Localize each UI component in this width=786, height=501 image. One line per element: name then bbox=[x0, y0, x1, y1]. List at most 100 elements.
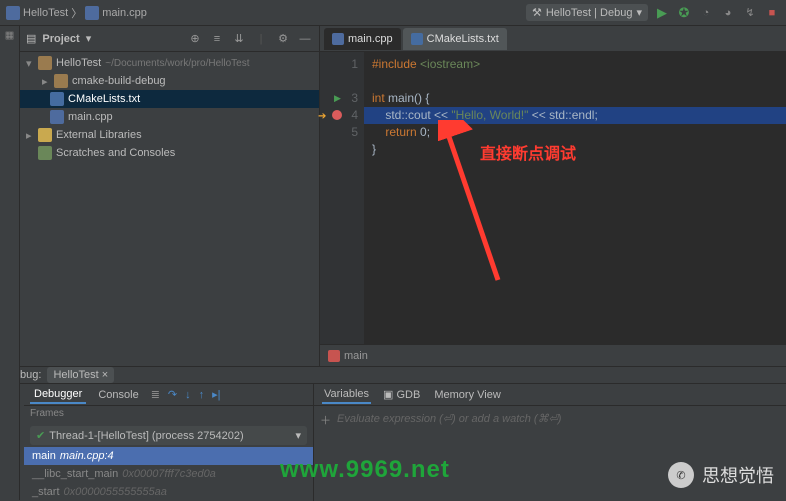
debug-button[interactable]: ✪ bbox=[676, 5, 692, 21]
variables-tabs: Variables ▣ GDB Memory View bbox=[314, 384, 786, 406]
debugger-tabs: Debugger Console ≣ ↷ ↓ ↑ ▸| bbox=[24, 384, 313, 406]
frames-panel: Debugger Console ≣ ↷ ↓ ↑ ▸| Frames ✔ Thr… bbox=[24, 384, 314, 501]
project-toolwindow-button[interactable]: ▦ bbox=[4, 30, 15, 41]
tree-label: HelloTest bbox=[56, 57, 101, 69]
breadcrumb-project[interactable]: HelloTest bbox=[23, 7, 68, 19]
tree-main-file[interactable]: main.cpp bbox=[20, 108, 319, 126]
frame-fn: _start bbox=[32, 486, 60, 498]
project-tree: ▾ HelloTest ~/Documents/work/pro/HelloTe… bbox=[20, 52, 319, 164]
frame-row[interactable]: main main.cpp:4 bbox=[24, 447, 313, 465]
debug-header: Debug: HelloTest × bbox=[0, 367, 786, 384]
layout-icon[interactable]: ≣ bbox=[151, 388, 160, 401]
thread-label: Thread-1-[HelloTest] (process 2754202) bbox=[49, 430, 243, 442]
code-token: endl bbox=[572, 108, 595, 122]
frame-list: main main.cpp:4 __libc_start_main 0x0000… bbox=[24, 447, 313, 501]
crumb-label[interactable]: main bbox=[344, 350, 368, 362]
chevron-down-icon: ▾ bbox=[636, 6, 642, 19]
folder-icon bbox=[38, 56, 52, 70]
frame-src: 0x00007fff7c3ed0a bbox=[122, 468, 216, 480]
line-number: 3 bbox=[351, 91, 358, 105]
step-into-button[interactable]: ↓ bbox=[185, 389, 191, 401]
memory-view-tab[interactable]: Memory View bbox=[432, 387, 502, 403]
variables-tab[interactable]: Variables bbox=[322, 386, 371, 404]
editor-panel: main.cpp CMakeLists.txt 1 ▶3 ➔4 5 #inclu… bbox=[320, 26, 786, 366]
tree-path: ~/Documents/work/pro/HelloTest bbox=[105, 58, 249, 69]
run-gutter-icon[interactable]: ▶ bbox=[334, 90, 341, 107]
tree-external-libs[interactable]: ▸ External Libraries bbox=[20, 126, 319, 144]
frame-src: main.cpp:4 bbox=[60, 450, 114, 462]
debugger-tab[interactable]: Debugger bbox=[30, 386, 86, 404]
tree-build-dir[interactable]: ▸ cmake-build-debug bbox=[20, 72, 319, 90]
gear-icon[interactable]: ⚙ bbox=[275, 31, 291, 47]
breadcrumb-sep: 〉 bbox=[71, 5, 82, 21]
profile-button[interactable]: ◕ bbox=[720, 5, 736, 21]
line-number: 1 bbox=[351, 57, 358, 71]
tab-label: CMakeLists.txt bbox=[427, 33, 499, 45]
add-watch-button[interactable]: ＋ bbox=[320, 412, 331, 428]
function-icon bbox=[328, 350, 340, 362]
coverage-button[interactable]: ◔ bbox=[698, 5, 714, 21]
project-icon bbox=[6, 6, 20, 20]
frame-fn: main bbox=[32, 450, 56, 462]
tab-main-cpp[interactable]: main.cpp bbox=[324, 28, 401, 50]
attach-button[interactable]: ↯ bbox=[742, 5, 758, 21]
editor-tabs: main.cpp CMakeLists.txt bbox=[320, 26, 786, 52]
step-over-button[interactable]: ↷ bbox=[168, 388, 177, 401]
thread-selector[interactable]: ✔ Thread-1-[HelloTest] (process 2754202)… bbox=[30, 426, 307, 445]
frame-row[interactable]: _start 0x0000055555555aa bbox=[24, 483, 313, 501]
frame-row[interactable]: __libc_start_main 0x00007fff7c3ed0a bbox=[24, 465, 313, 483]
code-body[interactable]: #include <iostream> int main() { std::co… bbox=[364, 52, 786, 344]
breakpoint-icon[interactable] bbox=[332, 110, 342, 120]
frame-src: 0x0000055555555aa bbox=[64, 486, 167, 498]
breadcrumb-file[interactable]: main.cpp bbox=[102, 7, 147, 19]
twisty-open-icon[interactable]: ▾ bbox=[26, 57, 34, 70]
code-token: () { bbox=[414, 91, 429, 105]
tree-label: CMakeLists.txt bbox=[68, 93, 140, 105]
run-to-cursor-button[interactable]: ▸| bbox=[212, 388, 220, 401]
step-out-button[interactable]: ↑ bbox=[199, 389, 205, 401]
code-token: std:: bbox=[372, 108, 408, 122]
run-config-selector[interactable]: ⚒ HelloTest | Debug ▾ bbox=[526, 4, 648, 21]
gdb-tab[interactable]: ▣ GDB bbox=[381, 386, 422, 403]
tab-cmakelists[interactable]: CMakeLists.txt bbox=[403, 28, 507, 50]
frames-title: Frames bbox=[24, 406, 313, 424]
stop-button[interactable]: ■ bbox=[764, 5, 780, 21]
code-token: main bbox=[388, 91, 414, 105]
expand-icon[interactable]: ≡ bbox=[209, 31, 225, 47]
code-token: "Hello, World!" bbox=[451, 108, 528, 122]
chevron-down-icon[interactable]: ▾ bbox=[86, 32, 92, 45]
cmake-icon bbox=[411, 33, 423, 45]
project-view-icon: ▤ bbox=[26, 32, 36, 45]
watermark-text: 思想觉悟 bbox=[702, 462, 774, 488]
project-title[interactable]: Project bbox=[42, 33, 79, 45]
code-token: #include bbox=[372, 57, 417, 71]
tree-root[interactable]: ▾ HelloTest ~/Documents/work/pro/HelloTe… bbox=[20, 54, 319, 72]
twisty-closed-icon[interactable]: ▸ bbox=[42, 75, 50, 88]
code-token: 0; bbox=[420, 125, 430, 139]
hide-icon[interactable]: — bbox=[297, 31, 313, 47]
gutter[interactable]: 1 ▶3 ➔4 5 bbox=[320, 52, 364, 344]
tree-cmake-file[interactable]: CMakeLists.txt bbox=[20, 90, 319, 108]
tree-label: main.cpp bbox=[68, 111, 113, 123]
divider-icon: | bbox=[253, 31, 269, 47]
code-token: } bbox=[372, 142, 376, 156]
library-icon bbox=[38, 128, 52, 142]
tree-label: External Libraries bbox=[56, 129, 142, 141]
folder-icon bbox=[54, 74, 68, 88]
cpp-icon bbox=[50, 110, 64, 124]
run-button[interactable]: ▶ bbox=[654, 5, 670, 21]
locate-icon[interactable]: ⊕ bbox=[187, 31, 203, 47]
tree-label: Scratches and Consoles bbox=[56, 147, 175, 159]
collapse-icon[interactable]: ⇊ bbox=[231, 31, 247, 47]
check-icon: ✔ bbox=[36, 429, 45, 442]
line-number: 4 bbox=[351, 108, 358, 122]
watermark-url: www.9969.net bbox=[280, 456, 450, 484]
tree-scratches[interactable]: Scratches and Consoles bbox=[20, 144, 319, 162]
exec-pointer-icon: ➔ bbox=[318, 108, 326, 125]
code-editor[interactable]: 1 ▶3 ➔4 5 #include <iostream> int main()… bbox=[320, 52, 786, 344]
debug-session-tab[interactable]: HelloTest × bbox=[47, 367, 114, 383]
console-tab[interactable]: Console bbox=[94, 387, 142, 403]
chevron-down-icon: ▾ bbox=[295, 429, 301, 442]
hammer-icon: ⚒ bbox=[532, 6, 542, 19]
twisty-closed-icon[interactable]: ▸ bbox=[26, 129, 34, 142]
